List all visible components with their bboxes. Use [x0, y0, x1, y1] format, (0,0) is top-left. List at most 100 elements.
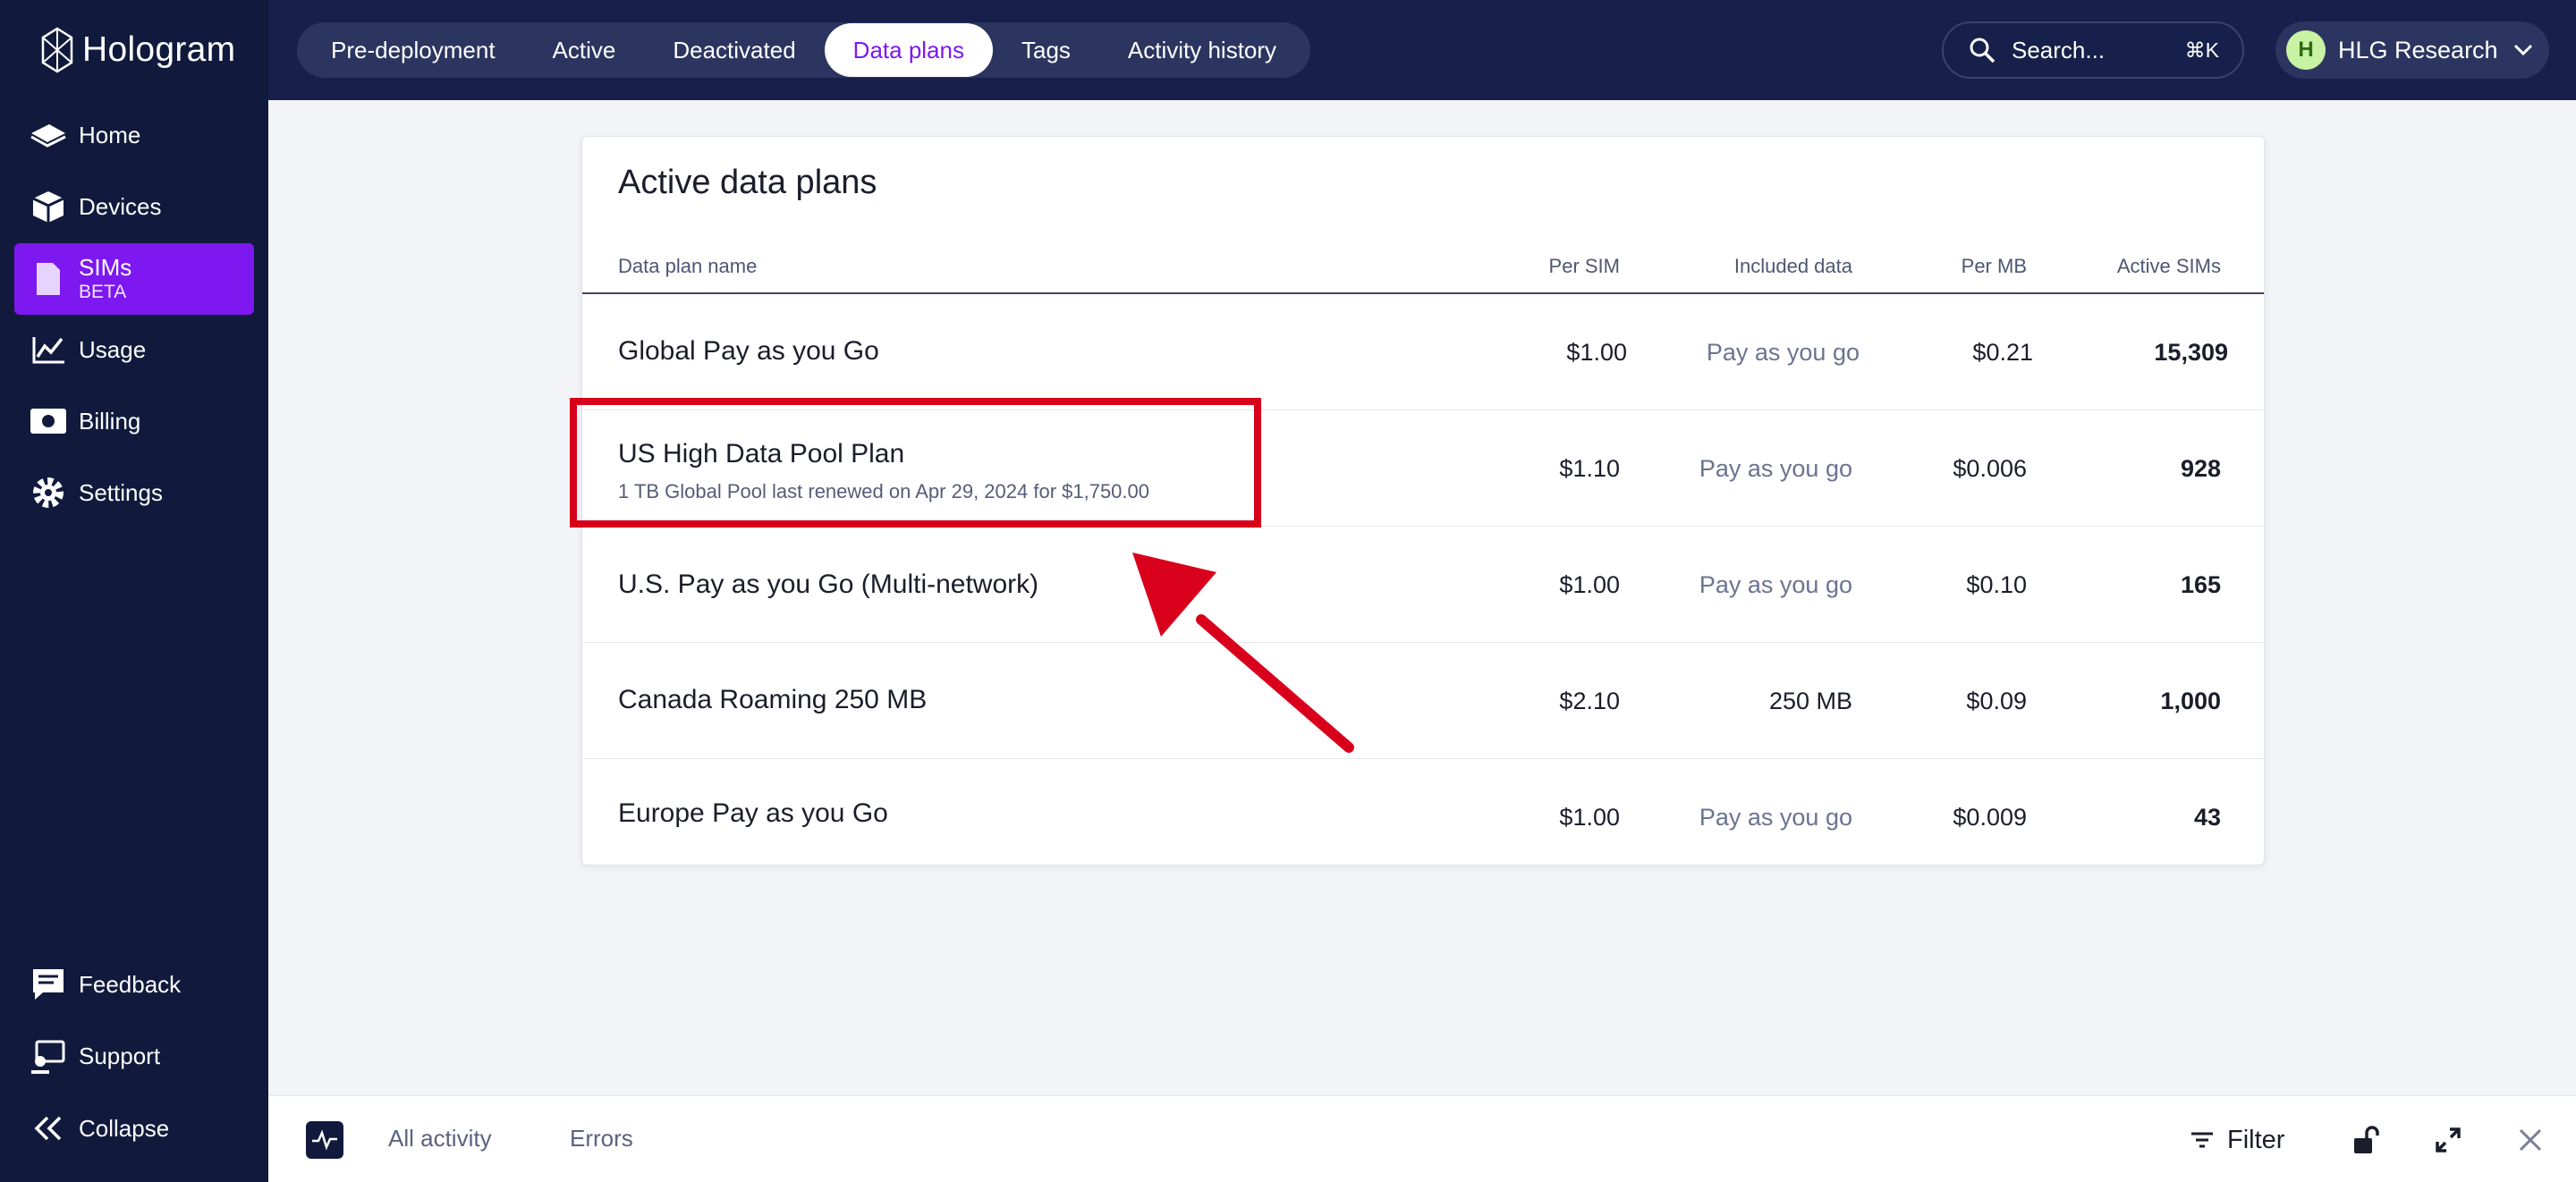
- column-header-included-data: Included data: [1733, 255, 1852, 277]
- sim-icon: [29, 243, 68, 315]
- sidebar-item-billing[interactable]: Billing: [14, 385, 254, 457]
- search-placeholder: Search...: [2012, 36, 2106, 63]
- sidebar-item-label: Settings: [79, 478, 163, 506]
- sidebar-item-usage[interactable]: Usage: [14, 314, 254, 385]
- column-header-per-sim: Per SIM: [1548, 255, 1620, 277]
- gear-icon: [29, 457, 68, 528]
- column-header-name: Data plan name: [618, 255, 758, 277]
- plan-name: Europe Pay as you Go: [618, 798, 888, 828]
- active-sims-value: 15,309: [2154, 339, 2228, 366]
- included-data-value: Pay as you go: [1699, 455, 1852, 482]
- included-data-value: Pay as you go: [1706, 339, 1860, 366]
- sidebar-item-label: SIMs: [79, 253, 132, 281]
- sidebar-item-label: Usage: [79, 335, 147, 363]
- account-name: HLG Research: [2338, 36, 2498, 63]
- filter-icon: [2191, 1132, 2213, 1148]
- per-sim-value: $2.10: [1559, 688, 1620, 714]
- sidebar-item-label: Billing: [79, 407, 141, 435]
- tab-deactivated[interactable]: Deactivated: [644, 22, 824, 78]
- annotation-highlight-box: [570, 398, 1261, 528]
- included-data-value: 250 MB: [1768, 688, 1852, 714]
- plan-name: Global Pay as you Go: [618, 336, 879, 366]
- beta-badge: BETA: [79, 281, 127, 302]
- tab-errors[interactable]: Errors: [570, 1125, 633, 1152]
- included-data-value: Pay as you go: [1699, 804, 1852, 831]
- sidebar-item-feedback[interactable]: Feedback: [14, 949, 254, 1020]
- table-row[interactable]: Canada Roaming 250 MB $2.10 250 MB $0.09…: [582, 643, 2264, 759]
- tab-activity-history[interactable]: Activity history: [1099, 22, 1305, 78]
- tab-tags[interactable]: Tags: [993, 22, 1099, 78]
- activity-icon[interactable]: [306, 1121, 343, 1159]
- tab-pre-deployment[interactable]: Pre-deployment: [302, 22, 524, 78]
- unlock-icon: [2354, 1126, 2379, 1153]
- column-header-per-mb: Per MB: [1961, 255, 2027, 277]
- table-row[interactable]: Europe Pay as you Go $1.00 Pay as you go…: [582, 759, 2264, 875]
- per-sim-value: $1.00: [1559, 571, 1620, 598]
- activity-panel-bar: All activity Errors Filter: [268, 1095, 2576, 1182]
- home-icon: [29, 99, 68, 171]
- close-icon: [2519, 1128, 2542, 1152]
- per-mb-value: $0.009: [1953, 804, 2027, 831]
- column-header-active-sims: Active SIMs: [2116, 255, 2221, 277]
- brand-name: Hologram: [82, 30, 236, 69]
- active-sims-value: 1,000: [2160, 688, 2221, 714]
- sidebar-item-label: Support: [79, 1042, 161, 1069]
- usage-icon: [29, 314, 68, 385]
- active-sims-value: 928: [2180, 455, 2221, 482]
- per-mb-value: $0.21: [1972, 339, 2033, 366]
- sims-tabs: Pre-deployment Active Deactivated Data p…: [297, 22, 1311, 78]
- sidebar-item-label: Home: [79, 121, 141, 148]
- tab-data-plans[interactable]: Data plans: [824, 23, 993, 77]
- plan-name: U.S. Pay as you Go (Multi-network): [618, 570, 1039, 599]
- billing-icon: [29, 385, 68, 457]
- search-icon: [1970, 38, 1996, 63]
- top-bar: Pre-deployment Active Deactivated Data p…: [268, 0, 2576, 100]
- expand-icon: [2436, 1127, 2461, 1152]
- chevron-down-icon: [2513, 44, 2533, 56]
- per-sim-value: $1.10: [1559, 455, 1620, 482]
- support-icon: [29, 1020, 68, 1092]
- tab-all-activity[interactable]: All activity: [388, 1125, 492, 1152]
- per-mb-value: $0.006: [1953, 455, 2027, 482]
- search-shortcut: ⌘K: [2184, 38, 2219, 62]
- sidebar-item-label: Devices: [79, 192, 162, 220]
- sidebar-item-label: Feedback: [79, 970, 182, 998]
- annotation-arrow: [1132, 553, 1354, 753]
- per-mb-value: $0.09: [1966, 688, 2027, 714]
- sidebar-item-settings[interactable]: Settings: [14, 457, 254, 528]
- hologram-logo-icon: [41, 27, 73, 73]
- avatar: H: [2286, 30, 2326, 70]
- sidebar: Hologram Home Devices SIMs BETA Usage Bi…: [0, 0, 268, 1182]
- sidebar-collapse-button[interactable]: Collapse: [14, 1093, 254, 1164]
- sidebar-item-support[interactable]: Support: [14, 1020, 254, 1092]
- table-row[interactable]: Global Pay as you Go $1.00 Pay as you go…: [582, 294, 2264, 410]
- collapse-icon: [29, 1093, 68, 1164]
- sidebar-item-home[interactable]: Home: [14, 99, 254, 171]
- hologram-logo[interactable]: Hologram: [41, 23, 235, 77]
- tab-active[interactable]: Active: [524, 22, 645, 78]
- filter-label: Filter: [2227, 1125, 2285, 1154]
- table-header: Data plan name Per SIM Included data Per…: [582, 235, 2264, 294]
- feedback-icon: [29, 949, 68, 1020]
- card-title: Active data plans: [618, 164, 877, 201]
- main-content: Active data plans Data plan name Per SIM…: [268, 100, 2576, 1095]
- search-input[interactable]: Search... ⌘K: [1942, 21, 2244, 79]
- per-sim-value: $1.00: [1566, 339, 1627, 366]
- included-data-value: Pay as you go: [1699, 571, 1852, 598]
- account-menu[interactable]: H HLG Research: [2275, 21, 2549, 79]
- expand-button[interactable]: [2435, 1118, 2462, 1162]
- close-button[interactable]: [2517, 1118, 2544, 1162]
- table-row[interactable]: U.S. Pay as you Go (Multi-network) $1.00…: [582, 527, 2264, 643]
- per-sim-value: $1.00: [1559, 804, 1620, 831]
- sidebar-item-label-group: SIMs BETA: [79, 253, 132, 303]
- devices-icon: [29, 171, 68, 242]
- unlock-button[interactable]: [2352, 1118, 2381, 1162]
- sidebar-item-sims[interactable]: SIMs BETA: [14, 243, 254, 315]
- active-sims-value: 43: [2193, 804, 2221, 831]
- per-mb-value: $0.10: [1966, 571, 2027, 598]
- sidebar-item-devices[interactable]: Devices: [14, 171, 254, 242]
- sidebar-item-label: Collapse: [79, 1114, 170, 1142]
- plan-name: Canada Roaming 250 MB: [618, 685, 928, 714]
- active-sims-value: 165: [2180, 571, 2221, 598]
- filter-button[interactable]: Filter: [2190, 1118, 2284, 1162]
